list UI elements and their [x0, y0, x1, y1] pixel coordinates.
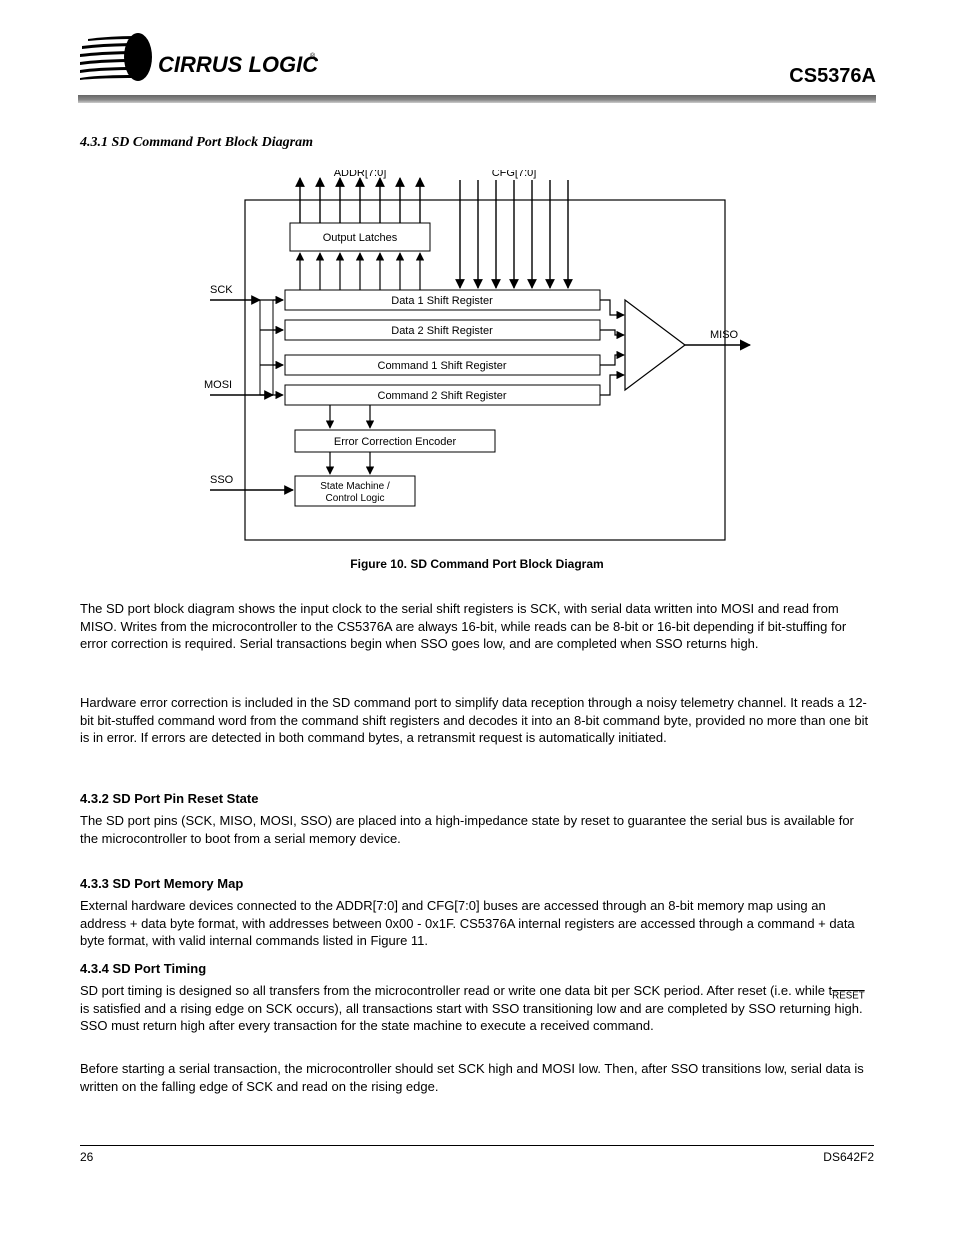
cirrus-logic-logo: CIRRUS LOGIC ®: [78, 30, 318, 90]
block-output-latches: Output Latches: [323, 232, 398, 244]
logo-text: CIRRUS LOGIC: [158, 52, 318, 77]
doc-id: CS5376A: [789, 65, 876, 88]
block-cmd1: Command 1 Shift Register: [378, 360, 507, 372]
mux-triangle-icon: [625, 300, 685, 390]
block-state-machine-l1: State Machine /: [320, 481, 390, 492]
block-data1: Data 1 Shift Register: [391, 295, 493, 307]
paragraph-3: The SD port pins (SCK, MISO, MOSI, SSO) …: [80, 812, 874, 847]
paragraph-1: The SD port block diagram shows the inpu…: [80, 600, 874, 653]
footer-page-number: 26: [80, 1150, 93, 1164]
paragraph-5: SD port timing is designed so all transf…: [80, 982, 874, 1035]
subheading-4-3-4: 4.3.4 SD Port Timing: [80, 960, 874, 978]
block-diagram-figure: ADDR[7:0] CFG[7:0] Output Latches: [200, 170, 755, 580]
block-cmd2: Command 2 Shift Register: [378, 390, 507, 402]
block-state-machine-l2: Control Logic: [326, 493, 385, 504]
paragraph-4: External hardware devices connected to t…: [80, 897, 874, 950]
header-rule: [78, 95, 876, 103]
svg-text:®: ®: [310, 52, 316, 60]
logo-swoosh-icon: [80, 33, 152, 81]
page-header: CIRRUS LOGIC ® CS5376A: [78, 30, 876, 115]
footer-doc-ref: DS642F2: [823, 1150, 874, 1164]
figure-caption: Figure 10. SD Command Port Block Diagram: [350, 557, 603, 571]
label-sck: SCK: [210, 284, 233, 296]
label-mosi: MOSI: [204, 379, 232, 391]
subheading-4-3-3: 4.3.3 SD Port Memory Map: [80, 875, 874, 893]
label-sso: SSO: [210, 474, 234, 486]
label-miso: MISO: [710, 329, 739, 341]
page-footer: 26 DS642F2: [80, 1145, 874, 1164]
paragraph-6: Before starting a serial transaction, th…: [80, 1060, 874, 1095]
block-data2: Data 2 Shift Register: [391, 325, 493, 337]
section-title: 4.3.1 SD Command Port Block Diagram: [80, 135, 313, 151]
subheading-4-3-2: 4.3.2 SD Port Pin Reset State: [80, 790, 874, 808]
label-addr: ADDR[7:0]: [334, 170, 387, 179]
block-ecorr: Error Correction Encoder: [334, 436, 457, 448]
label-cfg: CFG[7:0]: [492, 170, 537, 179]
paragraph-2: Hardware error correction is included in…: [80, 694, 874, 747]
